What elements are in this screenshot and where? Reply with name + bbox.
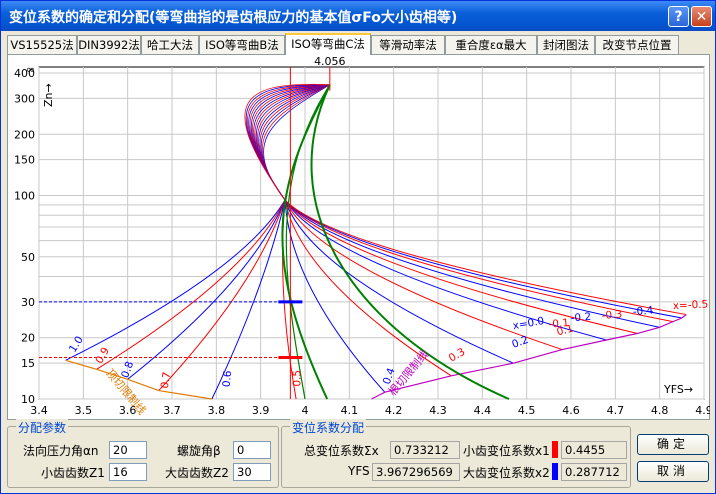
x-tick-label: 4.5 <box>518 404 536 417</box>
x-tick-label: 3.7 <box>163 404 181 417</box>
x-tick-label: 4.7 <box>607 404 625 417</box>
z2-label: 大齿齿数Z2 <box>165 466 229 480</box>
z1-input[interactable]: 16 <box>109 463 147 481</box>
x-tick-label: 4.3 <box>429 404 447 417</box>
tab-slide-rate[interactable]: 等滑动率法 <box>371 35 445 54</box>
tab-iso-c[interactable]: ISO等弯曲C法 <box>285 33 371 55</box>
x-tick-label: 4.9 <box>695 404 710 417</box>
tab-contact-ratio[interactable]: 重合度εα最大 <box>445 35 537 54</box>
y-tick-label: 100 <box>14 190 35 203</box>
plot-frame <box>38 66 705 400</box>
beta-label: 螺旋角β <box>177 444 221 458</box>
yfs-label: YFS <box>348 464 370 478</box>
chart-grid <box>38 66 705 400</box>
y-axis-label: Zn→ <box>42 83 55 107</box>
z2-input[interactable]: 30 <box>233 463 271 481</box>
close-button[interactable]: ✕ <box>691 6 712 27</box>
x-tick-label: 4 <box>302 404 309 417</box>
y-tick-label: 200 <box>14 128 35 141</box>
x-tick-label: 4.2 <box>385 404 403 417</box>
curve-label: x=-0.5 <box>672 298 708 312</box>
y-tick-label: ∞ <box>26 63 35 76</box>
y-tick-label: 20 <box>21 332 35 345</box>
coefficient-chart[interactable]: 3.4 3.5 3.6 3.7 3.8 3.9 4 4.1 4.2 4.3 4.4 4.5 4.6 4.7… <box>7 55 710 419</box>
y-tick-label: 15 <box>21 357 35 370</box>
x1-label: 小齿变位系数x1 <box>463 444 550 458</box>
total-coef-field: 0.733212 <box>390 441 460 459</box>
title-bar: 变位系数的确定和分配(等弯曲指的是齿根应力的基本值σFo大小齿相等) ? ✕ <box>1 1 715 31</box>
x-tick-label: 3.8 <box>208 404 226 417</box>
curve-label: -0.4 <box>632 304 654 318</box>
x-tick-label: 4.6 <box>562 404 580 417</box>
curve-label: -0.2 <box>570 311 591 325</box>
x2-label: 大齿变位系数x2 <box>463 466 550 480</box>
alpha-label: 法向压力角αn <box>23 444 99 458</box>
help-button[interactable]: ? <box>668 6 689 27</box>
x1-field: 0.4455 <box>561 441 627 459</box>
tab-pitch-point[interactable]: 改变节点位置 <box>595 35 679 54</box>
marker-value: 4.056 <box>314 55 346 68</box>
x-tick-label: 3.5 <box>75 404 93 417</box>
y-tick-label: 10 <box>21 393 35 406</box>
y-tick-label: 150 <box>14 154 35 167</box>
curve-label: 0.5 <box>292 370 304 387</box>
x2-field: 0.287712 <box>561 463 627 481</box>
curve-label: 0.6 <box>221 370 234 388</box>
tab-hit[interactable]: 哈工大法 <box>141 35 199 54</box>
y-tick-label: 30 <box>21 296 35 309</box>
y-tick-label: 300 <box>14 92 35 105</box>
x-axis-label: YFS→ <box>663 383 693 396</box>
x-tick-label: 4.1 <box>341 404 359 417</box>
total-coef-label: 总变位系数Σx <box>304 444 379 458</box>
x-tick-label: 4.4 <box>474 404 492 417</box>
x-tick-label: 3.9 <box>252 404 270 417</box>
x-tick-label: 4.8 <box>651 404 669 417</box>
tab-iso-b[interactable]: ISO等弯曲B法 <box>199 35 285 54</box>
y-tick-label: 50 <box>21 251 35 264</box>
beta-input[interactable]: 0 <box>233 441 271 459</box>
dialog-window: 变位系数的确定和分配(等弯曲指的是齿根应力的基本值σFo大小齿相等) ? ✕ V… <box>0 0 716 494</box>
curve-label: -0.1 <box>548 317 569 331</box>
cancel-button[interactable]: 取消 <box>637 461 709 482</box>
alpha-input[interactable]: 20 <box>109 441 147 459</box>
tab-din3992[interactable]: DIN3992法 <box>77 35 141 54</box>
curve-label: -0.3 <box>601 308 622 322</box>
x1-color-swatch <box>552 441 558 458</box>
z1-label: 小齿齿数Z1 <box>41 466 105 480</box>
param-group-title: 分配参数 <box>16 419 69 436</box>
yfs-field: 3.967296569 <box>372 463 460 481</box>
tab-closed-diagram[interactable]: 封闭图法 <box>537 35 595 54</box>
ok-button[interactable]: 确定 <box>637 434 709 455</box>
distribution-group-title: 变位系数分配 <box>290 419 367 436</box>
x2-color-swatch <box>552 463 558 480</box>
window-title: 变位系数的确定和分配(等弯曲指的是齿根应力的基本值σFo大小齿相等) <box>9 10 458 26</box>
tab-vs15525[interactable]: VS15525法 <box>7 35 77 54</box>
